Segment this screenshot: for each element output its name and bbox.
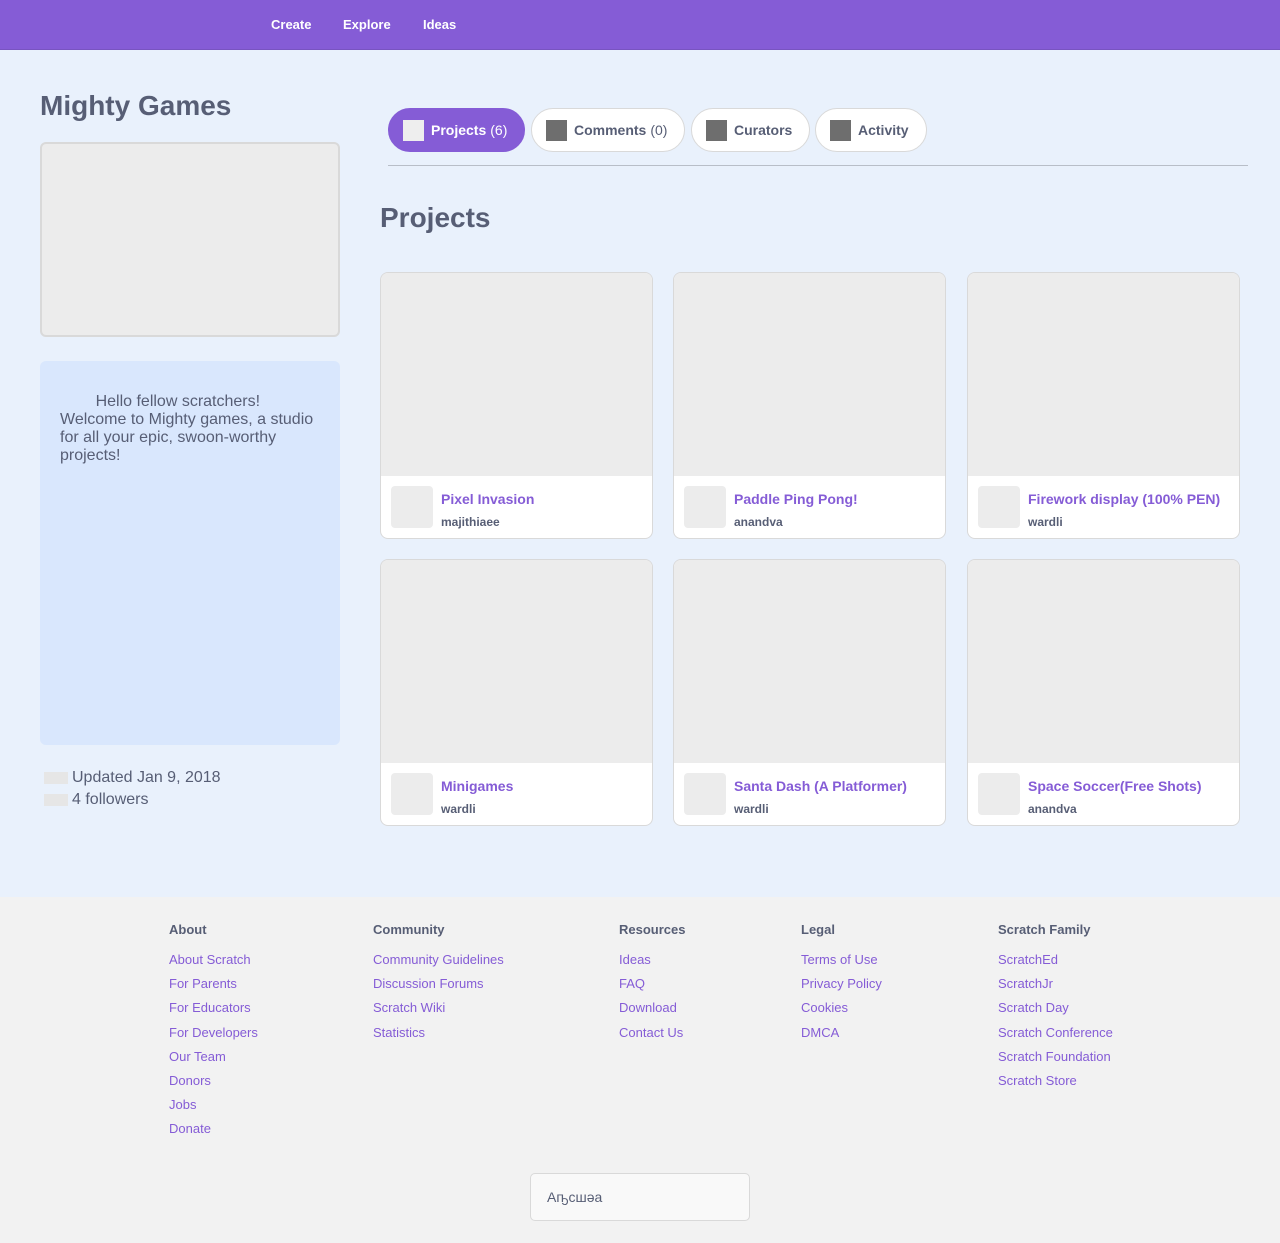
studio-updated-row: Updated Jan 9, 2018 <box>44 769 221 787</box>
project-author-link[interactable]: wardli <box>734 802 769 816</box>
footer-column-about: About About Scratch For Parents For Educ… <box>169 922 258 1146</box>
studio-title: Mighty Games <box>40 90 232 121</box>
footer-link-cookies[interactable]: Cookies <box>801 1000 882 1024</box>
tabs-divider <box>388 165 1248 166</box>
tab-curators-label: Curators <box>734 122 793 138</box>
author-avatar[interactable] <box>978 773 1020 815</box>
project-title-link[interactable]: Santa Dash (A Platformer) <box>734 778 907 794</box>
studio-updated-text: Updated Jan 9, 2018 <box>72 769 221 786</box>
project-thumbnail[interactable] <box>674 560 945 763</box>
language-select-value: Аҧсшәа <box>547 1189 603 1205</box>
tab-comments-label: Comments <box>574 122 647 138</box>
footer-link-community-guidelines[interactable]: Community Guidelines <box>373 952 504 976</box>
author-avatar[interactable] <box>684 486 726 528</box>
project-title-link[interactable]: Firework display (100% PEN) <box>1028 491 1220 507</box>
footer-link-statistics[interactable]: Statistics <box>373 1025 504 1049</box>
project-card[interactable]: Pixel Invasion majithiaee <box>380 272 653 539</box>
footer-link-scratch-foundation[interactable]: Scratch Foundation <box>998 1049 1113 1073</box>
footer-link-donate[interactable]: Donate <box>169 1121 258 1145</box>
footer-link-dmca[interactable]: DMCA <box>801 1025 882 1049</box>
project-author-link[interactable]: wardli <box>1028 515 1063 529</box>
calendar-icon <box>44 772 68 784</box>
nav-explore-link[interactable]: Explore <box>343 17 391 32</box>
project-thumbnail[interactable] <box>381 273 652 476</box>
project-author-link[interactable]: majithiaee <box>441 515 500 529</box>
tab-comments-count: (0) <box>650 122 668 138</box>
tab-activity[interactable]: Activity <box>815 108 927 152</box>
project-card[interactable]: Space Soccer(Free Shots) anandva <box>967 559 1240 826</box>
project-title-link[interactable]: Space Soccer(Free Shots) <box>1028 778 1202 794</box>
footer-link-scratch-store[interactable]: Scratch Store <box>998 1073 1113 1097</box>
author-avatar[interactable] <box>684 773 726 815</box>
activity-icon <box>830 119 851 141</box>
footer-link-for-parents[interactable]: For Parents <box>169 976 258 1000</box>
footer-link-privacy-policy[interactable]: Privacy Policy <box>801 976 882 1000</box>
footer-link-scratch-conference[interactable]: Scratch Conference <box>998 1025 1113 1049</box>
footer-link-jobs[interactable]: Jobs <box>169 1097 258 1121</box>
footer-link-our-team[interactable]: Our Team <box>169 1049 258 1073</box>
tab-projects[interactable]: Projects (6) <box>388 108 526 152</box>
project-author-link[interactable]: anandva <box>1028 802 1077 816</box>
project-author-link[interactable]: anandva <box>734 515 783 529</box>
footer-link-contact-us[interactable]: Contact Us <box>619 1025 685 1049</box>
studio-thumbnail <box>40 142 340 337</box>
tab-projects-label: Projects <box>431 122 487 138</box>
project-thumbnail[interactable] <box>968 273 1239 476</box>
author-avatar[interactable] <box>391 773 433 815</box>
author-avatar[interactable] <box>978 486 1020 528</box>
curators-icon <box>706 119 727 141</box>
footer-column-community: Community Community Guidelines Discussio… <box>373 922 504 1049</box>
footer-link-discussion-forums[interactable]: Discussion Forums <box>373 976 504 1000</box>
project-card[interactable]: Firework display (100% PEN) wardli <box>967 272 1240 539</box>
footer-link-about-scratch[interactable]: About Scratch <box>169 952 258 976</box>
project-title-link[interactable]: Minigames <box>441 778 513 794</box>
project-card[interactable]: Paddle Ping Pong! anandva <box>673 272 946 539</box>
studio-followers-text: 4 followers <box>72 791 149 808</box>
footer-heading-community: Community <box>373 922 445 937</box>
footer-link-scratched[interactable]: ScratchEd <box>998 952 1113 976</box>
footer: About About Scratch For Parents For Educ… <box>0 897 1280 1243</box>
footer-heading-legal: Legal <box>801 922 835 937</box>
footer-column-resources: Resources Ideas FAQ Download Contact Us <box>619 922 685 1049</box>
section-title: Projects <box>380 202 491 233</box>
nav-create-link[interactable]: Create <box>271 17 311 32</box>
nav-ideas-link[interactable]: Ideas <box>423 17 456 32</box>
studio-followers-row: 4 followers <box>44 791 148 809</box>
footer-column-scratch-family: Scratch Family ScratchEd ScratchJr Scrat… <box>998 922 1113 1097</box>
project-card[interactable]: Santa Dash (A Platformer) wardli <box>673 559 946 826</box>
comments-icon <box>546 119 567 141</box>
footer-link-scratchjr[interactable]: ScratchJr <box>998 976 1113 1000</box>
project-thumbnail[interactable] <box>381 560 652 763</box>
footer-link-scratch-wiki[interactable]: Scratch Wiki <box>373 1000 504 1024</box>
project-thumbnail[interactable] <box>674 273 945 476</box>
project-title-link[interactable]: Paddle Ping Pong! <box>734 491 858 507</box>
footer-link-for-educators[interactable]: For Educators <box>169 1000 258 1024</box>
projects-icon <box>403 119 424 141</box>
author-avatar[interactable] <box>391 486 433 528</box>
footer-link-terms-of-use[interactable]: Terms of Use <box>801 952 882 976</box>
tab-comments[interactable]: Comments (0) <box>531 108 686 152</box>
footer-link-donors[interactable]: Donors <box>169 1073 258 1097</box>
followers-icon <box>44 794 68 806</box>
footer-link-for-developers[interactable]: For Developers <box>169 1025 258 1049</box>
studio-description: Hello fellow scratchers! Welcome to Migh… <box>40 361 340 745</box>
project-title-link[interactable]: Pixel Invasion <box>441 491 534 507</box>
project-thumbnail[interactable] <box>968 560 1239 763</box>
project-author-link[interactable]: wardli <box>441 802 476 816</box>
language-select[interactable]: Аҧсшәа <box>530 1173 750 1221</box>
top-navbar: Create Explore Ideas <box>0 0 1280 50</box>
footer-heading-resources: Resources <box>619 922 686 937</box>
tab-activity-label: Activity <box>858 122 909 138</box>
tab-projects-count: (6) <box>490 122 508 138</box>
footer-link-faq[interactable]: FAQ <box>619 976 685 1000</box>
footer-link-scratch-day[interactable]: Scratch Day <box>998 1000 1113 1024</box>
footer-heading-about: About <box>169 922 207 937</box>
tab-curators[interactable]: Curators <box>691 108 811 152</box>
project-card[interactable]: Minigames wardli <box>380 559 653 826</box>
footer-column-legal: Legal Terms of Use Privacy Policy Cookie… <box>801 922 882 1049</box>
footer-heading-scratch-family: Scratch Family <box>998 922 1091 937</box>
footer-link-ideas[interactable]: Ideas <box>619 952 685 976</box>
footer-link-download[interactable]: Download <box>619 1000 685 1024</box>
